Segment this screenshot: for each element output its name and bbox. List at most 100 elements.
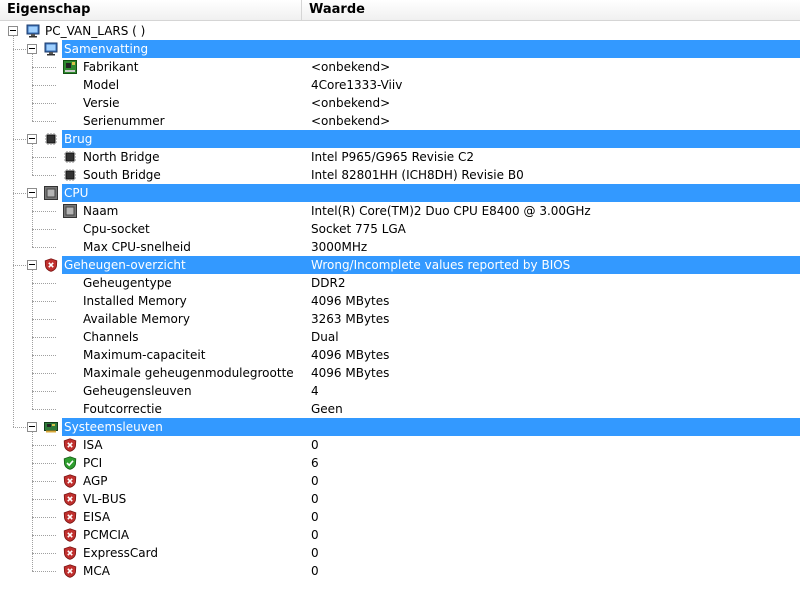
property-value: 0 [311,528,319,542]
tree-connector-line [32,445,56,446]
tree-connector-line [13,427,26,428]
tree-connector-line [32,355,56,356]
property-value: DDR2 [311,276,346,290]
property-label: PCI [83,456,103,470]
property-label: Available Memory [83,312,190,326]
tree-item-row[interactable]: Available Memory 3263 MBytes [0,310,800,328]
computer-icon [44,42,58,56]
property-value: 0 [311,510,319,524]
tree-connector-line [32,198,33,247]
tree-item-row[interactable]: South Bridge Intel 82801HH (ICH8DH) Revis… [0,166,800,184]
tree-item-row[interactable]: ISA 0 [0,436,800,454]
tree-item-row[interactable]: Geheugentype DDR2 [0,274,800,292]
tree-item-row[interactable]: Maximale geheugenmodulegrootte 4096 MByte… [0,364,800,382]
property-label: North Bridge [83,150,160,164]
column-header-value[interactable]: Waarde [302,0,800,20]
property-label: Fabrikant [83,60,139,74]
collapse-toggle-icon[interactable] [27,134,37,144]
tree-item-row[interactable]: Installed Memory 4096 MBytes [0,292,800,310]
property-label: MCA [83,564,110,578]
shield-error-icon [63,492,77,506]
tree-item-row[interactable]: Geheugensleuven 4 [0,382,800,400]
shield-error-icon [63,528,77,542]
property-value: 0 [311,474,319,488]
property-label: Max CPU-snelheid [83,240,191,254]
collapse-toggle-icon[interactable] [27,188,37,198]
property-label: Versie [83,96,120,110]
tree-connector-line [32,571,56,572]
tree-item-row[interactable]: Naam Intel(R) Core(TM)2 Duo CPU E8400 @ 3… [0,202,800,220]
tree-item-row[interactable]: AGP 0 [0,472,800,490]
tree-connector-line [32,211,56,212]
tree-item-row[interactable]: Fabrikant <onbekend> [0,58,800,76]
tree-item-row[interactable]: Versie <onbekend> [0,94,800,112]
category-brug[interactable]: Brug [0,130,800,148]
tree-connector-line [13,36,14,427]
property-label: Geheugen-overzicht [64,258,186,272]
property-label: PC_VAN_LARS ( ) [45,24,146,38]
tree-connector-line [13,193,26,194]
computer-icon [26,24,40,38]
property-value: 3263 MBytes [311,312,390,326]
category-systeemsleuven[interactable]: Systeemsleuven [0,418,800,436]
tree-item-row[interactable]: Channels Dual [0,328,800,346]
category-geheugen-overzicht[interactable]: Geheugen-overzicht Wrong/Incomplete value… [0,256,800,274]
property-value: 0 [311,492,319,506]
tree-connector-line [32,247,56,248]
property-label: Naam [83,204,119,218]
tree-item-row[interactable]: VL-BUS 0 [0,490,800,508]
property-value: 4096 MBytes [311,294,390,308]
shield-error-icon [63,474,77,488]
property-label: Geheugentype [83,276,172,290]
tree-item-row[interactable]: Model 4Core1333-Viiv [0,76,800,94]
tree-connector-line [32,391,56,392]
tree-connector-line [32,432,33,571]
collapse-toggle-icon[interactable] [27,44,37,54]
tree-item-row[interactable]: PCMCIA 0 [0,526,800,544]
collapse-toggle-icon[interactable] [8,26,18,36]
shield-error-icon [63,438,77,452]
tree-connector-line [32,157,56,158]
collapse-toggle-icon[interactable] [27,260,37,270]
tree-item-row[interactable]: Foutcorrectie Geen [0,400,800,418]
tree-item-row[interactable]: Maximum-capaciteit 4096 MBytes [0,346,800,364]
tree-connector-line [32,85,56,86]
tree-item-row[interactable]: PCI 6 [0,454,800,472]
property-value: Dual [311,330,339,344]
property-value: 4096 MBytes [311,366,390,380]
property-label: VL-BUS [83,492,127,506]
property-value: <onbekend> [311,96,391,110]
tree-connector-line [13,139,26,140]
category-highlight [62,130,800,148]
tree-root-node[interactable]: PC_VAN_LARS ( ) [0,22,800,40]
property-value: 6 [311,456,319,470]
tree-connector-line [32,481,56,482]
tree-connector-line [13,49,26,50]
shield-error-icon [44,258,58,272]
property-label: Brug [64,132,93,146]
tree-item-row[interactable]: Max CPU-snelheid 3000MHz [0,238,800,256]
tree-item-row[interactable]: Cpu-socket Socket 775 LGA [0,220,800,238]
category-highlight [62,184,800,202]
category-highlight [62,40,800,58]
tree-item-row[interactable]: Serienummer <onbekend> [0,112,800,130]
property-label: Installed Memory [83,294,187,308]
tree-item-row[interactable]: ExpressCard 0 [0,544,800,562]
column-header: Eigenschap Waarde [0,0,800,21]
tree-connector-line [32,121,56,122]
property-value: Intel(R) Core(TM)2 Duo CPU E8400 @ 3.00G… [311,204,591,218]
column-header-property[interactable]: Eigenschap [0,0,302,20]
tree-item-row[interactable]: EISA 0 [0,508,800,526]
tree-item-row[interactable]: MCA 0 [0,562,800,580]
category-samenvatting[interactable]: Samenvatting [0,40,800,58]
category-cpu[interactable]: CPU [0,184,800,202]
property-label: Maximum-capaciteit [83,348,206,362]
property-label: Serienummer [83,114,165,128]
collapse-toggle-icon[interactable] [27,422,37,432]
tree-connector-line [32,144,33,175]
shield-error-icon [63,510,77,524]
property-label: Systeemsleuven [64,420,163,434]
tree-item-row[interactable]: North Bridge Intel P965/G965 Revisie C2 [0,148,800,166]
property-label: CPU [64,186,89,200]
tree-connector-line [32,499,56,500]
